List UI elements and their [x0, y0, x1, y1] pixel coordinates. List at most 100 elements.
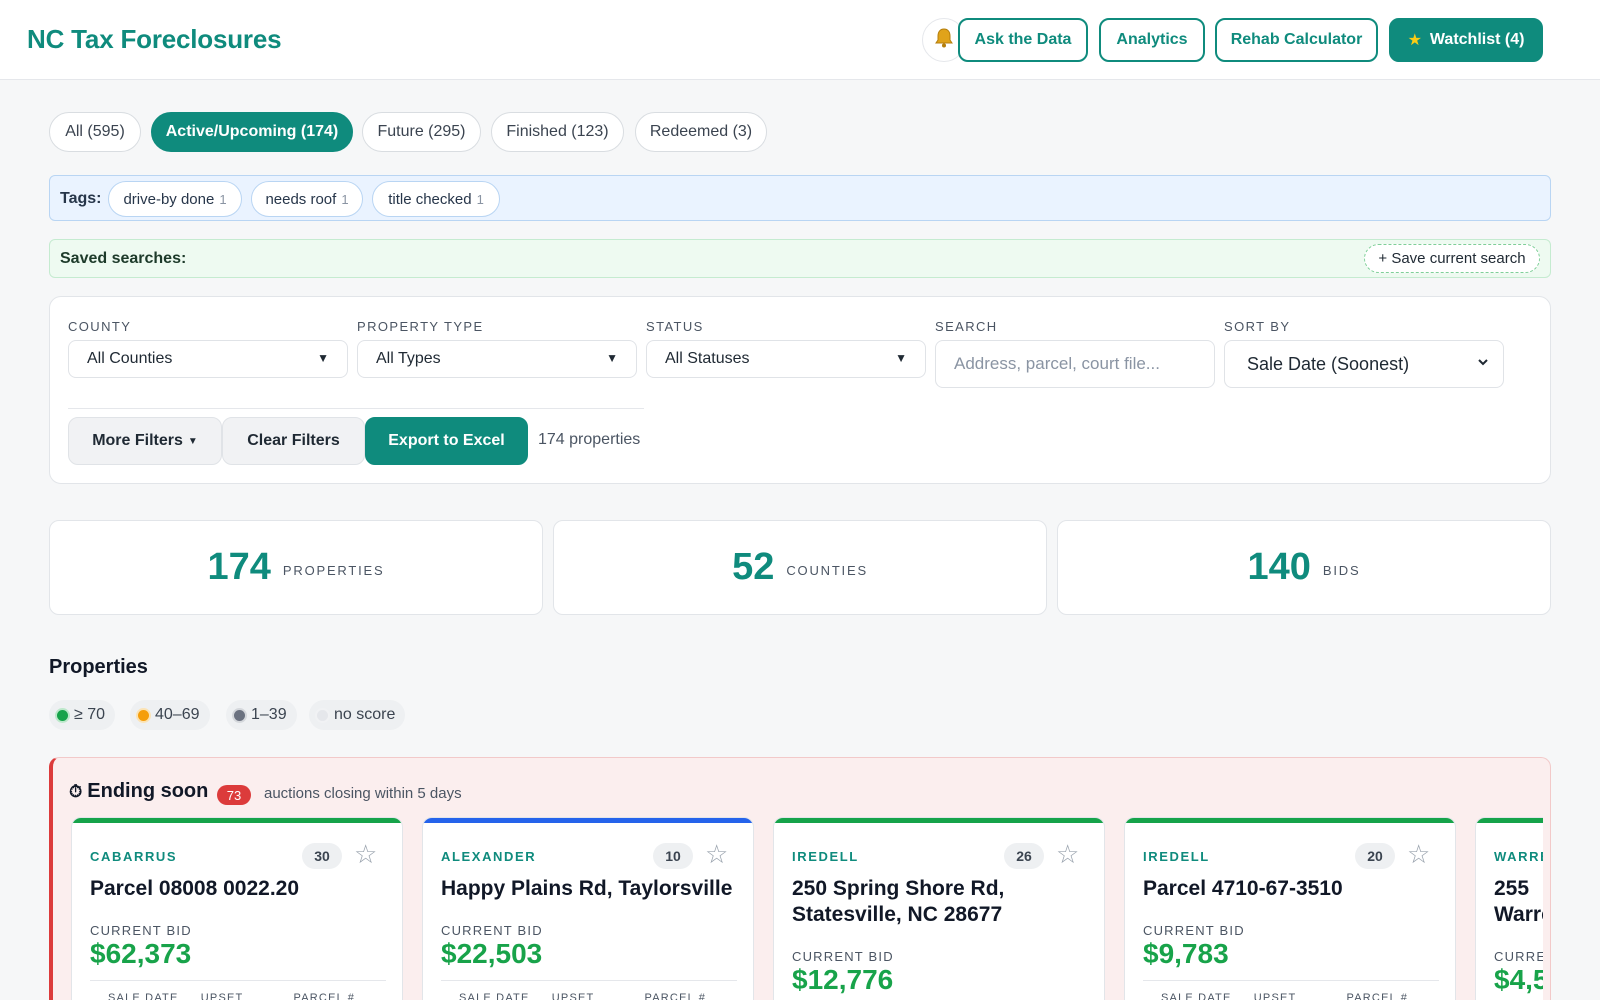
saved-searches-label: Saved searches:	[60, 250, 187, 267]
tab-all[interactable]: All (595)	[49, 112, 141, 152]
property-card[interactable]: IREDELL 20 ☆ Parcel 4710-67-3510 CURRENT…	[1124, 817, 1456, 1000]
card-accent-bar	[774, 818, 1104, 823]
stat-label: BIDS	[1322, 563, 1361, 578]
property-card[interactable]: WARREN 255 Warrenton CURRENT BID $4,5	[1475, 817, 1543, 1000]
card-divider	[441, 980, 737, 981]
stat-properties: 174 PROPERTIES	[49, 520, 543, 615]
search-input[interactable]: Address, parcel, court file...	[935, 340, 1215, 388]
tab-active-upcoming[interactable]: Active/Upcoming (174)	[151, 112, 353, 152]
county-select-value: All Counties	[87, 350, 173, 367]
stopwatch-icon: ⏱	[69, 781, 83, 801]
card-columns: SALE DATE UPSET PARCEL #	[459, 992, 706, 1000]
card-columns: SALE DATE UPSET PARCEL #	[1161, 992, 1408, 1000]
tag-count: 1	[341, 191, 349, 207]
property-type-filter-label: PROPERTY TYPE	[357, 319, 484, 334]
export-to-excel-button[interactable]: Export to Excel	[365, 417, 528, 465]
card-score-badge: 10	[653, 843, 693, 869]
status-select[interactable]: All Statuses ▼	[646, 340, 926, 378]
clear-filters-button[interactable]: Clear Filters	[222, 417, 365, 465]
ending-soon-subtitle: auctions closing within 5 days	[264, 785, 462, 802]
more-filters-label: More Filters	[92, 432, 183, 449]
tag-title-checked[interactable]: title checked 1	[372, 181, 500, 217]
col-upset: UPSET	[1253, 992, 1297, 1000]
tag-name: needs roof	[265, 190, 337, 208]
card-title[interactable]: 255 Warrenton	[1494, 876, 1543, 928]
tab-future[interactable]: Future (295)	[362, 112, 481, 152]
card-county: IREDELL	[792, 849, 859, 864]
tag-drive-by-done[interactable]: drive-by done 1	[108, 181, 242, 217]
sort-select[interactable]: Sale Date (Soonest)	[1224, 340, 1504, 388]
property-type-select[interactable]: All Types ▼	[357, 340, 637, 378]
stat-value: 140	[1247, 546, 1311, 588]
app-header: NC Tax Foreclosures Ask the Data Analyti…	[0, 0, 1600, 80]
chevron-down-icon	[1477, 355, 1489, 371]
tab-redeemed[interactable]: Redeemed (3)	[635, 112, 767, 152]
ending-soon-cards: CABARRUS 30 ☆ Parcel 08008 0022.20 CURRE…	[71, 817, 1543, 1000]
county-filter-label: COUNTY	[68, 319, 132, 334]
card-title[interactable]: 250 Spring Shore Rd, Statesville, NC 286…	[792, 876, 1092, 928]
properties-heading: Properties	[49, 656, 148, 678]
card-columns: SALE DATE UPSET PARCEL #	[108, 992, 355, 1000]
watchlist-star-icon[interactable]: ☆	[705, 840, 728, 868]
legend-low: 1–39	[226, 700, 297, 730]
score-dot-icon	[57, 709, 68, 721]
col-sale-date: SALE DATE	[1161, 992, 1232, 1000]
property-card[interactable]: CABARRUS 30 ☆ Parcel 08008 0022.20 CURRE…	[71, 817, 403, 1000]
search-filter-label: SEARCH	[935, 319, 998, 334]
tags-bar: Tags: drive-by done 1 needs roof 1 title c…	[49, 175, 1551, 221]
legend-label: no score	[334, 706, 396, 723]
status-select-value: All Statuses	[665, 350, 750, 367]
ending-soon-panel: ⏱ Ending soon 73 auctions closing within…	[49, 757, 1551, 1000]
stat-value: 174	[207, 546, 271, 588]
ask-the-data-button[interactable]: Ask the Data	[958, 18, 1088, 62]
watchlist-star-icon[interactable]: ☆	[354, 840, 377, 868]
property-type-select-value: All Types	[376, 350, 441, 367]
sort-by-label: SORT BY	[1224, 319, 1291, 334]
col-sale-date: SALE DATE	[108, 992, 179, 1000]
current-bid-value: $4,5	[1494, 964, 1543, 995]
current-bid-label: CURRENT BID	[90, 923, 192, 938]
card-title[interactable]: Parcel 4710-67-3510	[1143, 876, 1443, 902]
legend-label: 40–69	[155, 706, 200, 723]
watchlist-star-icon[interactable]: ☆	[1056, 840, 1079, 868]
card-title[interactable]: Happy Plains Rd, Taylorsville	[441, 876, 741, 902]
analytics-button[interactable]: Analytics	[1099, 18, 1205, 62]
legend-none: no score	[309, 700, 406, 730]
sort-select-value: Sale Date (Soonest)	[1247, 353, 1410, 374]
current-bid-value: $22,503	[441, 938, 543, 969]
watchlist-star-icon[interactable]: ☆	[1407, 840, 1430, 868]
current-bid-label: CURRENT BID	[1494, 949, 1543, 964]
brand-title[interactable]: NC Tax Foreclosures	[27, 24, 282, 55]
col-parcel: PARCEL #	[1346, 992, 1409, 1000]
county-select[interactable]: All Counties ▼	[68, 340, 348, 378]
ending-soon-title-text: Ending soon	[87, 780, 209, 802]
more-filters-button[interactable]: More Filters ▼	[68, 417, 222, 465]
property-card[interactable]: ALEXANDER 10 ☆ Happy Plains Rd, Taylorsv…	[422, 817, 754, 1000]
card-county: WARREN	[1494, 849, 1543, 864]
card-county: IREDELL	[1143, 849, 1210, 864]
save-current-search-button[interactable]: + Save current search	[1364, 244, 1540, 273]
col-parcel: PARCEL #	[293, 992, 356, 1000]
stat-counties: 52 COUNTIES	[553, 520, 1047, 615]
card-divider	[90, 980, 386, 981]
card-title[interactable]: Parcel 08008 0022.20	[90, 876, 390, 902]
watchlist-button[interactable]: ★ Watchlist (4)	[1389, 18, 1543, 62]
status-filter-label: STATUS	[646, 319, 704, 334]
card-county: ALEXANDER	[441, 849, 537, 864]
current-bid-label: CURRENT BID	[441, 923, 543, 938]
tag-needs-roof[interactable]: needs roof 1	[251, 181, 363, 217]
tag-count: 1	[476, 191, 484, 207]
star-icon: ★	[1407, 32, 1422, 49]
saved-searches-bar: Saved searches: + Save current search	[49, 239, 1551, 278]
card-divider	[1143, 980, 1439, 981]
card-score-badge: 30	[302, 843, 342, 869]
current-bid-label: CURRENT BID	[792, 949, 894, 964]
property-card[interactable]: IREDELL 26 ☆ 250 Spring Shore Rd, States…	[773, 817, 1105, 1000]
current-bid-label: CURRENT BID	[1143, 923, 1245, 938]
caret-down-icon: ▼	[317, 351, 329, 365]
ending-soon-title: ⏱ Ending soon	[69, 780, 208, 803]
rehab-calculator-button[interactable]: Rehab Calculator	[1215, 18, 1378, 62]
tab-finished[interactable]: Finished (123)	[491, 112, 624, 152]
current-bid-value: $62,373	[90, 938, 192, 969]
stat-label: COUNTIES	[786, 563, 868, 578]
